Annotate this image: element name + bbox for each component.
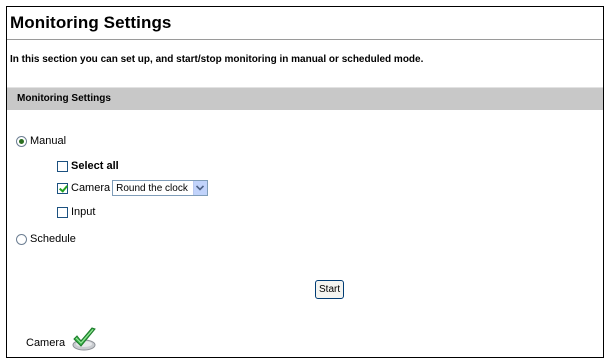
start-button[interactable]: Start bbox=[315, 280, 345, 299]
schedule-radio[interactable] bbox=[16, 233, 27, 245]
section-header-label: Monitoring Settings bbox=[17, 93, 111, 104]
schedule-label: Schedule bbox=[30, 233, 76, 245]
input-checkbox[interactable] bbox=[57, 206, 68, 218]
camera-schedule-value: Round the clock bbox=[116, 182, 188, 194]
camera-status-label: Camera bbox=[26, 337, 66, 349]
select-all-checkbox[interactable] bbox=[57, 160, 68, 172]
camera-checkbox[interactable] bbox=[57, 182, 68, 194]
intro-text: In this section you can set up, and star… bbox=[10, 54, 424, 65]
select-all-label: Select all bbox=[71, 160, 119, 172]
monitoring-settings-panel: Monitoring Settings In this section you … bbox=[6, 6, 604, 358]
schedule-radio-row[interactable]: Schedule bbox=[16, 233, 76, 245]
select-all-row[interactable]: Select all bbox=[57, 160, 119, 172]
manual-radio-row[interactable]: Manual bbox=[16, 135, 66, 147]
manual-radio[interactable] bbox=[16, 135, 27, 147]
section-header: Monitoring Settings bbox=[7, 87, 603, 110]
camera-row[interactable]: Camera Round the clock bbox=[57, 180, 208, 196]
camera-status: Camera bbox=[26, 327, 97, 356]
input-label: Input bbox=[71, 206, 96, 218]
camera-schedule-select[interactable]: Round the clock bbox=[112, 180, 208, 196]
input-row[interactable]: Input bbox=[57, 206, 95, 218]
camera-label: Camera bbox=[71, 182, 111, 194]
manual-label: Manual bbox=[30, 135, 67, 147]
page-title: Monitoring Settings bbox=[10, 13, 172, 32]
chevron-down-icon[interactable] bbox=[192, 181, 207, 195]
green-checkmark-icon bbox=[71, 326, 97, 352]
title-divider bbox=[7, 39, 603, 40]
